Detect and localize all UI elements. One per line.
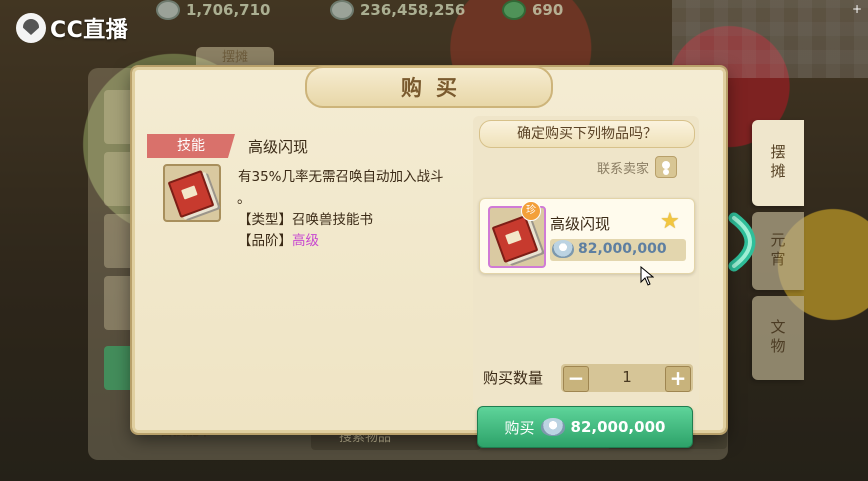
cc-logo-icon — [16, 13, 46, 43]
currency-jade-value: 690 — [532, 1, 564, 19]
person-icon — [655, 156, 678, 178]
ingot-icon — [330, 0, 354, 20]
skill-book-icon — [491, 214, 539, 264]
currency-ingot: 236,458,256 — [330, 0, 465, 20]
buy-button[interactable]: 购买 82,000,000 — [477, 406, 693, 448]
jade-icon — [502, 0, 526, 20]
purchase-item-card: 珍 高级闪现 ★ 82,000,000 — [479, 198, 695, 274]
quantity-increase-button[interactable]: + — [665, 366, 691, 392]
contact-seller-button[interactable]: 联系卖家 — [597, 156, 678, 178]
cc-logo-text: CC直播 — [50, 18, 129, 43]
purchase-item-name: 高级闪现 — [550, 215, 611, 233]
currency-jade: 690 — [502, 0, 563, 20]
confirm-panel: 确定购买下列物品吗？ 联系卖家 珍 高级闪现 ★ 82,000,000 购买数量… — [473, 116, 699, 448]
quantity-label: 购买数量 — [483, 369, 544, 387]
rare-badge: 珍 — [521, 201, 541, 221]
item-grade-value: 高级 — [292, 233, 319, 249]
contact-seller-label: 联系卖家 — [597, 161, 650, 177]
cc-live-logo: CC直播 — [16, 12, 128, 44]
quantity-decrease-button[interactable]: − — [563, 366, 589, 392]
buy-button-label: 购买 — [504, 418, 535, 437]
skill-tag: 技能 — [147, 134, 235, 158]
currency-ingot-value: 236,458,256 — [360, 1, 466, 19]
quantity-stepper: − 1 + — [561, 364, 693, 392]
item-description: 有35%几率无需召唤自动加入战斗 — [238, 169, 444, 185]
silver-coin-icon — [156, 0, 180, 20]
next-arrow-icon[interactable] — [726, 212, 772, 272]
currency-silver-value: 1,706,710 — [186, 1, 271, 19]
plus-icon[interactable]: + — [852, 3, 862, 15]
purchase-dialog: 购买 技能 高级闪现 有35%几率无需召唤自动加入战斗 。 【类型】召唤兽技能书… — [132, 66, 726, 448]
item-grade: 【品阶】高级 — [238, 229, 319, 249]
item-grade-label: 【品阶】 — [238, 233, 292, 249]
currency-silver: 1,706,710 — [156, 0, 270, 20]
item-icon — [163, 164, 221, 222]
silver-ingot-icon — [540, 418, 565, 436]
dialog-title-bar: 购买 — [305, 66, 553, 108]
background-top-tab: 摆摊 — [196, 47, 274, 69]
side-tab-stall[interactable]: 摆摊 — [752, 120, 804, 206]
purchase-item-price-value: 82,000,000 — [578, 241, 667, 257]
quantity-value[interactable]: 1 — [591, 368, 663, 386]
item-type: 【类型】召唤兽技能书 — [238, 212, 373, 228]
description-dot: 。 — [237, 191, 251, 207]
side-tab-relic[interactable]: 文物 — [752, 296, 804, 380]
item-name: 高级闪现 — [248, 138, 309, 156]
silver-ingot-icon — [552, 240, 574, 258]
purchase-item-price: 82,000,000 — [550, 239, 686, 261]
skill-book-icon — [167, 169, 215, 219]
buy-button-price: 82,000,000 — [570, 418, 666, 436]
dialog-title: 购买 — [401, 76, 471, 100]
favorite-star-icon[interactable]: ★ — [660, 211, 680, 233]
confirm-question: 确定购买下列物品吗？ — [479, 120, 695, 148]
